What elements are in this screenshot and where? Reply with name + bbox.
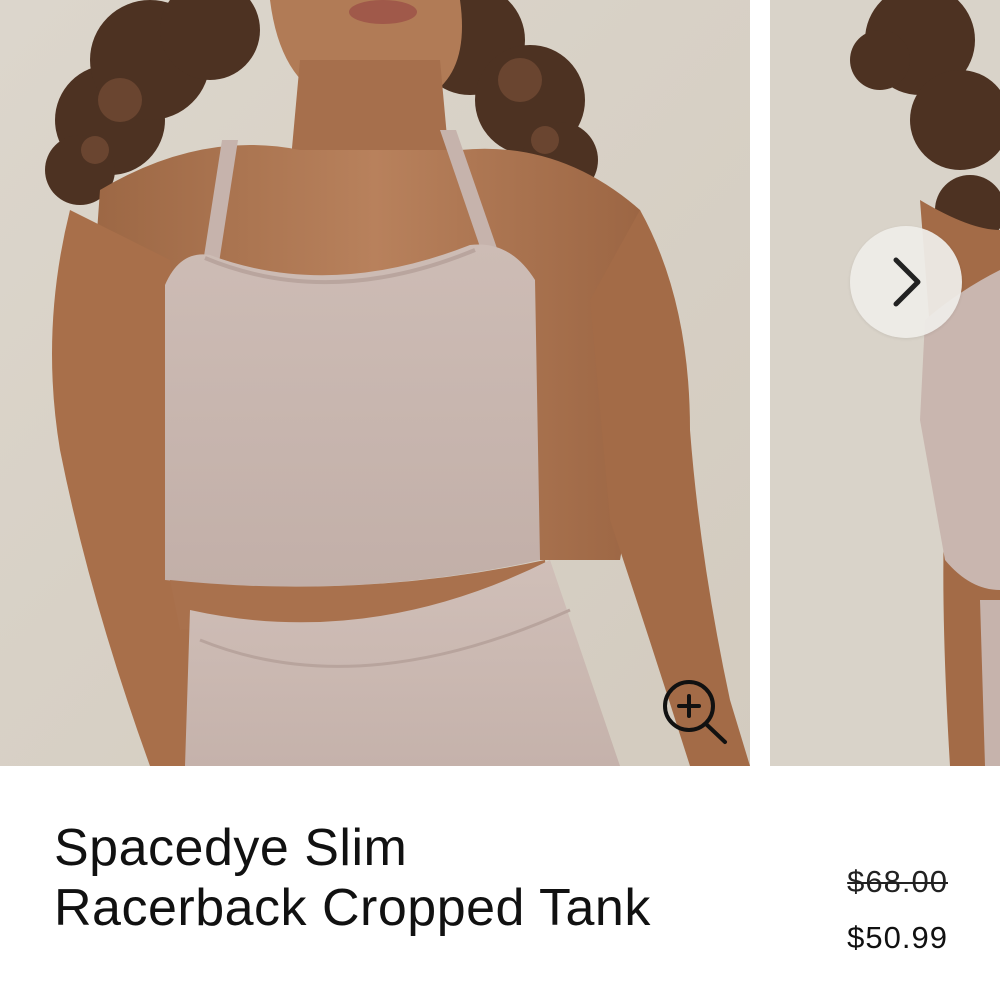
- product-image-next[interactable]: [770, 0, 1000, 766]
- original-price: $68.00: [847, 864, 948, 899]
- chevron-right-icon: [893, 257, 921, 307]
- zoom-button[interactable]: [657, 676, 731, 748]
- price-block: $68.00 $50.99: [847, 862, 948, 958]
- model-photo-side: [770, 0, 1000, 766]
- product-image-gallery[interactable]: [0, 0, 1000, 766]
- next-image-button[interactable]: [850, 226, 962, 338]
- sale-price: $50.99: [847, 920, 948, 955]
- product-image-main[interactable]: [0, 0, 750, 766]
- zoom-in-icon: [663, 680, 727, 744]
- product-info: Spacedye Slim Racerback Cropped Tank $68…: [0, 766, 1000, 1000]
- product-title: Spacedye Slim Racerback Cropped Tank: [54, 819, 651, 937]
- model-photo: [0, 0, 750, 766]
